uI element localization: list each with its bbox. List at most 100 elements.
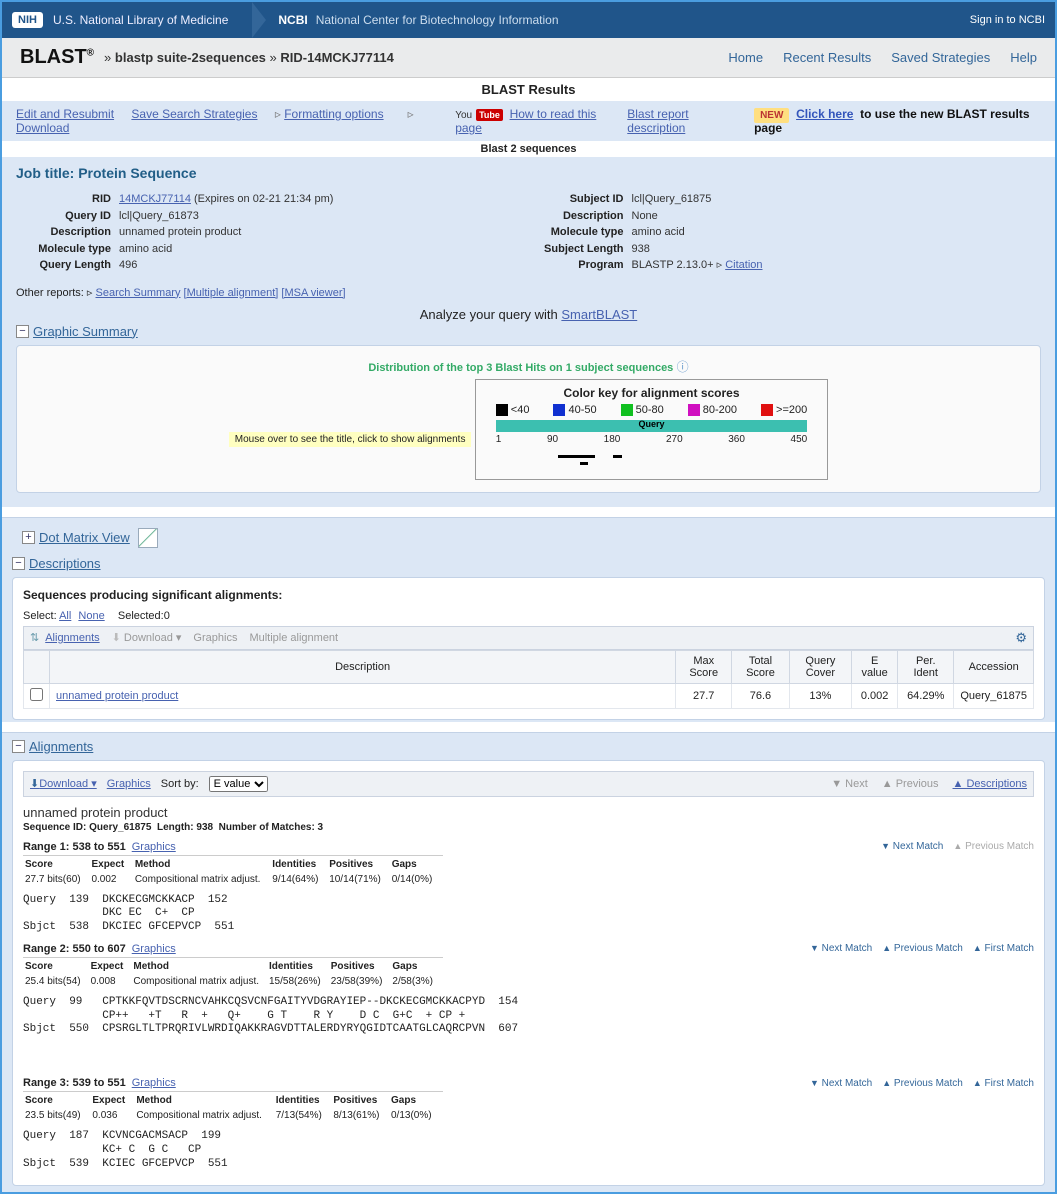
range-graphics-link[interactable]: Graphics — [132, 943, 176, 955]
descriptions-body: Sequences producing significant alignmen… — [12, 577, 1045, 720]
prev-match-link[interactable]: ▲ Previous Match — [882, 943, 963, 954]
blast-2-sequences-label: Blast 2 sequences — [2, 141, 1055, 157]
range-header: Range 2: 550 to 607 Graphics ▼ Next Matc… — [23, 943, 1034, 955]
msa-viewer-link[interactable]: [MSA viewer] — [281, 287, 345, 299]
formatting-options-link[interactable]: Formatting options — [284, 107, 383, 121]
range-stats: ScoreExpectMethodIdentitiesPositivesGaps… — [23, 855, 443, 888]
breadcrumb-path: » blastp suite-2sequences » RID-14MCKJ77… — [104, 50, 394, 65]
sortby-select[interactable]: E value — [209, 776, 268, 792]
alignments-toolbar: ⬇Download ▾ Graphics Sort by: E value ▼ … — [23, 771, 1034, 797]
smartblast-link[interactable]: SmartBLAST — [561, 307, 637, 322]
nav-next: ▼ Next — [831, 778, 868, 790]
select-all-link[interactable]: All — [59, 610, 71, 622]
results-title: BLAST Results — [2, 78, 1055, 101]
next-match-link[interactable]: ▼ Next Match — [881, 841, 943, 852]
tb-graphics: Graphics — [193, 632, 237, 644]
query-bar[interactable]: Query — [496, 420, 807, 432]
edit-resubmit-link[interactable]: Edit and Resubmit — [16, 107, 114, 121]
next-match-link[interactable]: ▼ Next Match — [810, 1078, 872, 1089]
hit-description-link[interactable]: unnamed protein product — [56, 690, 178, 702]
aln-download[interactable]: ⬇Download ▾ — [30, 777, 97, 790]
smartblast-line: Analyze your query with SmartBLAST — [16, 307, 1041, 322]
dot-matrix-icon[interactable] — [138, 528, 158, 548]
nav-previous: ▲ Previous — [882, 778, 939, 790]
citation-link[interactable]: Citation — [725, 259, 762, 271]
hit-bars — [496, 451, 807, 467]
descriptions-title[interactable]: Descriptions — [29, 556, 101, 571]
range-graphics-link[interactable]: Graphics — [132, 1077, 176, 1089]
job-title: Job title: Protein Sequence — [16, 165, 1041, 181]
ncbi-full: National Center for Biotechnology Inform… — [316, 13, 559, 27]
nlm-label: U.S. National Library of Medicine — [53, 13, 228, 27]
hsp-meta: Sequence ID: Query_61875 Length: 938 Num… — [23, 822, 1034, 833]
graphic-summary-title[interactable]: Graphic Summary — [33, 324, 138, 339]
rid-link[interactable]: 14MCKJ77114 — [119, 193, 191, 205]
prev-match-link[interactable]: ▲ Previous Match — [882, 1078, 963, 1089]
report-description-link[interactable]: Blast report description — [627, 107, 742, 135]
row-checkbox[interactable] — [30, 688, 43, 701]
signin-link[interactable]: Sign in to NCBI — [970, 14, 1045, 26]
other-reports: Other reports: ▹ Search Summary [Multipl… — [16, 286, 1041, 299]
alignments-section: − Alignments ⬇Download ▾ Graphics Sort b… — [2, 732, 1055, 1193]
ncbi-label: NCBI — [278, 13, 307, 27]
color-key-box: Color key for alignment scores <4040-505… — [475, 379, 828, 480]
alignments-title[interactable]: Alignments — [29, 739, 93, 754]
select-row: Select: All None Selected:0 — [23, 610, 1034, 622]
breadcrumb: BLAST® » blastp suite-2sequences » RID-1… — [2, 38, 1055, 78]
tb-alignments[interactable]: Alignments — [45, 632, 99, 644]
blast-logo[interactable]: BLAST® — [20, 46, 94, 69]
tools-row: Edit and Resubmit Save Search Strategies… — [2, 101, 1055, 141]
range-header: Range 1: 538 to 551 Graphics ▼ Next Matc… — [23, 841, 1034, 853]
sortby-label: Sort by: — [161, 778, 199, 790]
hit-bar[interactable] — [558, 455, 595, 458]
hit-bar[interactable] — [580, 462, 588, 465]
collapse-graphic-summary-icon[interactable]: − — [16, 325, 29, 338]
top-nav: Home Recent Results Saved Strategies Hel… — [728, 50, 1037, 65]
gear-icon[interactable]: ⚙ — [1015, 630, 1027, 646]
next-match-link[interactable]: ▼ Next Match — [810, 943, 872, 954]
tb-multialign: Multiple alignment — [249, 632, 338, 644]
tb-download: ⬇ Download ▾ — [112, 631, 182, 644]
nav-home[interactable]: Home — [728, 50, 763, 65]
first-match-link[interactable]: ▲ First Match — [973, 1078, 1034, 1089]
expand-dot-matrix-icon[interactable]: + — [22, 531, 35, 544]
multiple-alignment-link[interactable]: [Multiple alignment] — [184, 287, 279, 299]
collapse-descriptions-icon[interactable]: − — [12, 557, 25, 570]
color-key-item: 40-50 — [553, 404, 596, 416]
click-here-link[interactable]: Click here — [796, 107, 853, 121]
hsp-hit-title: unnamed protein product — [23, 805, 1034, 820]
save-strategies-link[interactable]: Save Search Strategies — [131, 107, 257, 121]
sort-icon[interactable]: ⇅ — [30, 631, 39, 644]
alignments-body: ⬇Download ▾ Graphics Sort by: E value ▼ … — [12, 760, 1045, 1187]
download-link[interactable]: Download — [16, 121, 69, 135]
nav-saved-strategies[interactable]: Saved Strategies — [891, 50, 990, 65]
axis-tick: 180 — [604, 434, 621, 445]
info-icon[interactable]: ⓘ — [677, 360, 689, 374]
axis-tick: 1 — [496, 434, 502, 445]
descriptions-table: Description Max Score Total Score Query … — [23, 650, 1034, 709]
range-graphics-link[interactable]: Graphics — [132, 841, 176, 853]
ncbi-header: NIH U.S. National Library of Medicine NC… — [2, 2, 1055, 38]
aln-graphics[interactable]: Graphics — [107, 778, 151, 790]
nav-help[interactable]: Help — [1010, 50, 1037, 65]
range-stats: ScoreExpectMethodIdentitiesPositivesGaps… — [23, 957, 443, 990]
youtube-link[interactable]: YouTube How to read this page — [455, 107, 615, 135]
desc-heading: Sequences producing significant alignmen… — [23, 588, 1034, 602]
collapse-alignments-icon[interactable]: − — [12, 740, 25, 753]
select-none-link[interactable]: None — [78, 610, 104, 622]
job-info-section: Job title: Protein Sequence RID14MCKJ771… — [2, 157, 1055, 507]
nav-descriptions[interactable]: ▲ Descriptions — [953, 778, 1027, 790]
nih-badge: NIH — [12, 12, 43, 28]
dot-matrix-section: + Dot Matrix View − Descriptions Sequenc… — [2, 517, 1055, 722]
dot-matrix-title[interactable]: Dot Matrix View — [39, 530, 130, 545]
prev-match-link: ▲ Previous Match — [953, 841, 1034, 852]
arrow-divider-icon — [252, 2, 266, 38]
first-match-link[interactable]: ▲ First Match — [973, 943, 1034, 954]
nav-recent-results[interactable]: Recent Results — [783, 50, 871, 65]
search-summary-link[interactable]: Search Summary — [96, 287, 181, 299]
range-header: Range 3: 539 to 551 Graphics ▼ Next Matc… — [23, 1077, 1034, 1089]
axis-tick: 360 — [728, 434, 745, 445]
subject-info-column: Subject IDlcl|Query_61875 DescriptionNon… — [529, 191, 1042, 274]
mouseover-hint: Mouse over to see the title, click to sh… — [229, 432, 472, 447]
hit-bar[interactable] — [613, 455, 622, 458]
